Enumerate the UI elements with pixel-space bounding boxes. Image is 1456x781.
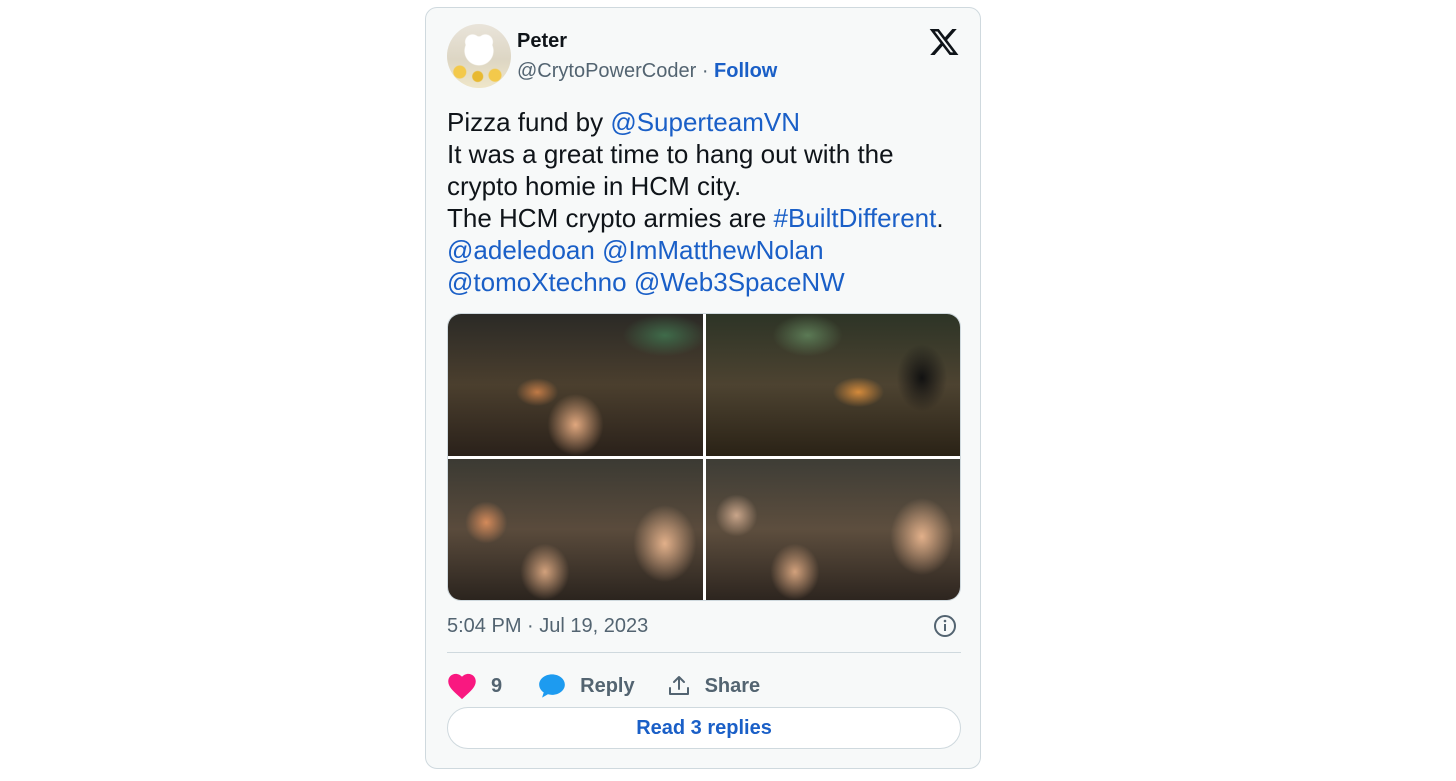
photo-group-selfie[interactable] [448,314,703,456]
follow-link[interactable]: Follow [714,60,777,82]
speech-bubble-icon [539,674,565,698]
like-count: 9 [491,674,503,697]
like-button[interactable]: 9 [447,672,502,700]
x-logo-icon[interactable] [928,26,960,58]
mention-link[interactable]: @SuperteamVN [610,107,800,137]
photo-group-selfie-2[interactable] [448,458,703,600]
tweet-text-segment: . [936,203,944,233]
photo-group-selfie-3[interactable] [705,458,960,600]
author-handle[interactable]: @CrytoPowerCoder [517,60,696,82]
tweet-timestamp[interactable]: 5:04 PM · Jul 19, 2023 [447,615,648,638]
read-replies-button[interactable]: Read 3 replies [447,707,961,749]
divider [447,652,961,653]
author-handle-row: @CrytoPowerCoder · Follow [517,60,777,83]
info-icon[interactable] [933,614,957,638]
mention-link[interactable]: @Web3SpaceNW [634,267,845,297]
action-bar: 9 Reply Share [447,666,760,706]
author-name[interactable]: Peter [517,30,567,53]
tweet-text: Pizza fund by @SuperteamVN It was a grea… [447,106,967,298]
media-grid[interactable] [447,313,961,601]
author-avatar[interactable] [447,24,511,88]
share-button[interactable]: Share [667,674,761,698]
tweet-text-segment [627,267,634,297]
handle-separator: · [701,60,709,82]
heart-icon [448,673,476,700]
mention-link[interactable]: @ImMatthewNolan [602,235,823,265]
mention-link[interactable]: @adeledoan [447,235,595,265]
photo-pizza-table[interactable] [705,314,960,456]
tweet-text-segment [595,235,602,265]
share-upload-icon [668,676,689,695]
reply-label: Reply [580,674,635,697]
hashtag-link[interactable]: #BuiltDifferent [774,203,937,233]
mention-link[interactable]: @tomoXtechno [447,267,627,297]
share-label: Share [704,674,761,697]
reply-button[interactable]: Reply [538,673,635,699]
tweet-text-segment: Pizza fund by [447,107,611,137]
tweet-card[interactable]: Peter @CrytoPowerCoder · Follow Pizza fu… [425,7,981,769]
